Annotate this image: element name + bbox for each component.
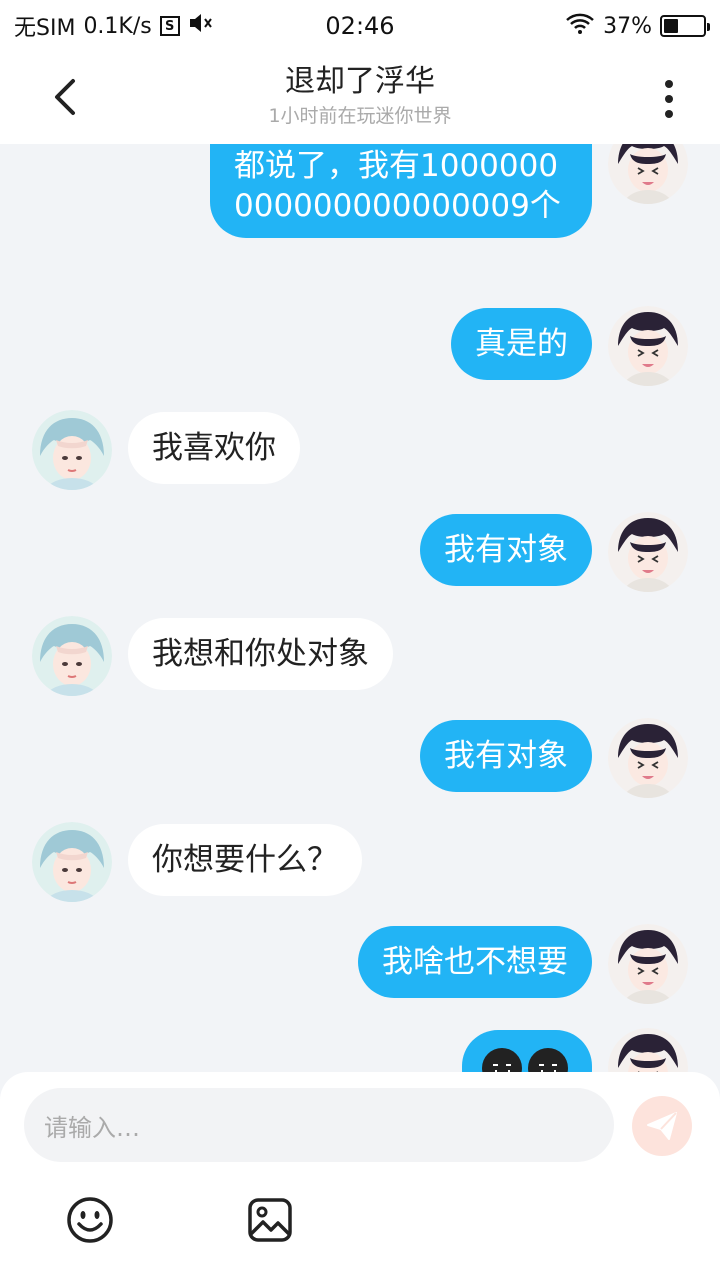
- avatar-self[interactable]: [608, 718, 688, 798]
- more-vertical-icon: [665, 80, 673, 88]
- avatar-contact[interactable]: [32, 822, 112, 902]
- message-bubble-sent[interactable]: [462, 1030, 592, 1072]
- avatar-self[interactable]: [608, 924, 688, 1004]
- message-row: 我有对象: [0, 512, 720, 592]
- message-bubble-received[interactable]: 我想和你处对象: [128, 618, 393, 690]
- sim-icon: S: [159, 16, 180, 36]
- message-row: 都说了，我有1000000000000000000009个: [0, 144, 720, 284]
- battery-percent: 37%: [603, 13, 652, 39]
- emoji-icon: [67, 1197, 113, 1243]
- mute-icon: [188, 12, 214, 40]
- message-row: 你想要什么？: [0, 822, 720, 902]
- message-bubble-sent[interactable]: 我有对象: [420, 514, 592, 586]
- status-bar: 无SIM 0.1K/s S 02:46 37%: [0, 0, 720, 52]
- emoji-button[interactable]: [66, 1196, 114, 1244]
- avatar-contact[interactable]: [32, 616, 112, 696]
- image-button[interactable]: [246, 1196, 294, 1244]
- sad-face-emoji: [528, 1048, 568, 1072]
- message-bubble-received[interactable]: 我喜欢你: [128, 412, 300, 484]
- contact-name: 退却了浮华: [285, 64, 435, 99]
- avatar-self[interactable]: [608, 144, 688, 204]
- message-row: 我想和你处对象: [0, 616, 720, 696]
- chat-header: 退却了浮华 1小时前在玩迷你世界: [0, 52, 720, 144]
- message-bubble-received[interactable]: 你想要什么？: [128, 824, 362, 896]
- avatar-self[interactable]: [608, 306, 688, 386]
- chat-area[interactable]: 都说了，我有1000000000000000000009个 真是的 我喜欢你 我…: [0, 144, 720, 1072]
- message-input[interactable]: 请输入…: [24, 1088, 614, 1162]
- network-speed: 0.1K/s: [83, 13, 152, 39]
- message-row: 我有对象: [0, 718, 720, 798]
- message-bubble-sent[interactable]: 我啥也不想要: [358, 926, 592, 998]
- back-button[interactable]: [40, 72, 90, 122]
- send-button[interactable]: [632, 1096, 692, 1156]
- image-icon: [248, 1198, 292, 1242]
- message-row: [0, 1028, 720, 1072]
- chevron-left-icon: [55, 79, 75, 115]
- avatar-contact[interactable]: [32, 410, 112, 490]
- message-bubble-sent[interactable]: 真是的: [451, 308, 592, 380]
- battery-icon: [660, 15, 710, 37]
- message-bubble-sent[interactable]: 我有对象: [420, 720, 592, 792]
- message-row: 真是的: [0, 306, 720, 386]
- avatar-self[interactable]: [608, 512, 688, 592]
- contact-status: 1小时前在玩迷你世界: [268, 105, 452, 127]
- wifi-icon: [565, 12, 595, 40]
- message-row: 我喜欢你: [0, 410, 720, 490]
- sad-face-emoji: [482, 1048, 522, 1072]
- carrier-text: 无SIM: [14, 16, 76, 41]
- avatar-self[interactable]: [608, 1028, 688, 1072]
- message-bubble-sent[interactable]: 都说了，我有1000000000000000000009个: [210, 144, 592, 238]
- more-options-button[interactable]: [644, 74, 694, 124]
- composer: 请输入…: [0, 1072, 720, 1280]
- message-row: 我啥也不想要: [0, 924, 720, 1004]
- send-icon: [647, 1112, 677, 1140]
